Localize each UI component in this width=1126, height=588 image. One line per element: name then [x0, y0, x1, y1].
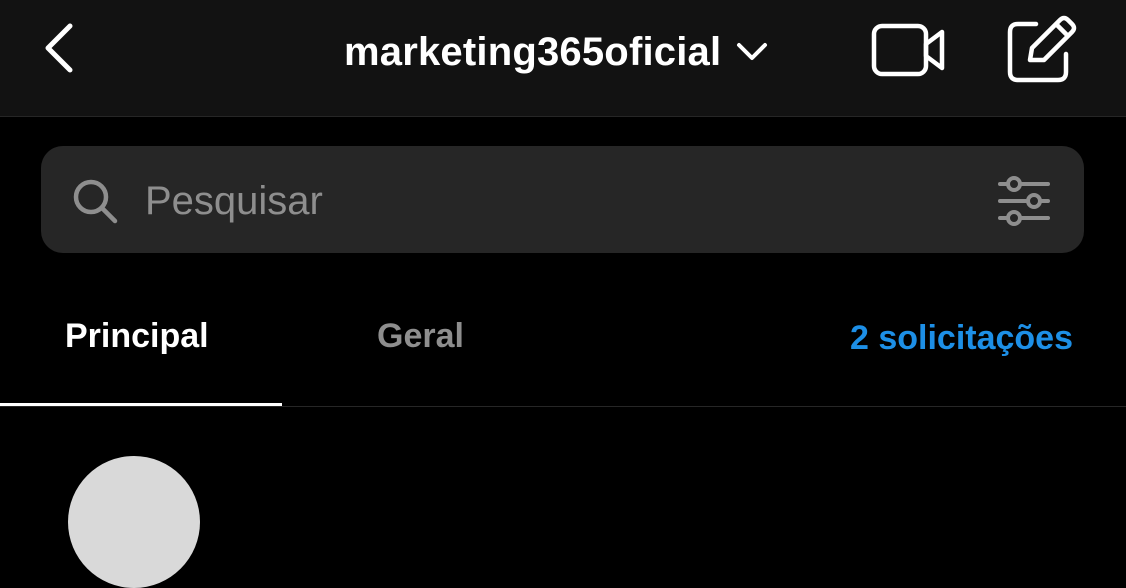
tab-principal[interactable]: Principal [65, 312, 209, 360]
chevron-left-icon [45, 23, 73, 73]
video-call-button[interactable] [868, 20, 950, 80]
avatar[interactable] [68, 456, 200, 588]
message-requests-link[interactable]: 2 solicitações [850, 314, 1073, 362]
video-camera-icon [871, 23, 945, 77]
back-button[interactable] [36, 18, 88, 78]
tabs-divider [0, 406, 1126, 407]
search-icon [70, 176, 120, 226]
top-bar: marketing365oficial [0, 0, 1126, 117]
compose-icon [1007, 15, 1077, 83]
new-message-button[interactable] [1002, 14, 1078, 86]
filter-sliders-icon[interactable] [996, 176, 1052, 226]
search-input[interactable]: Pesquisar [145, 174, 323, 228]
account-title: marketing365oficial [344, 29, 722, 74]
tab-geral[interactable]: Geral [377, 312, 464, 360]
chevron-down-icon [735, 35, 769, 69]
account-switcher[interactable]: marketing365oficial [344, 26, 769, 78]
